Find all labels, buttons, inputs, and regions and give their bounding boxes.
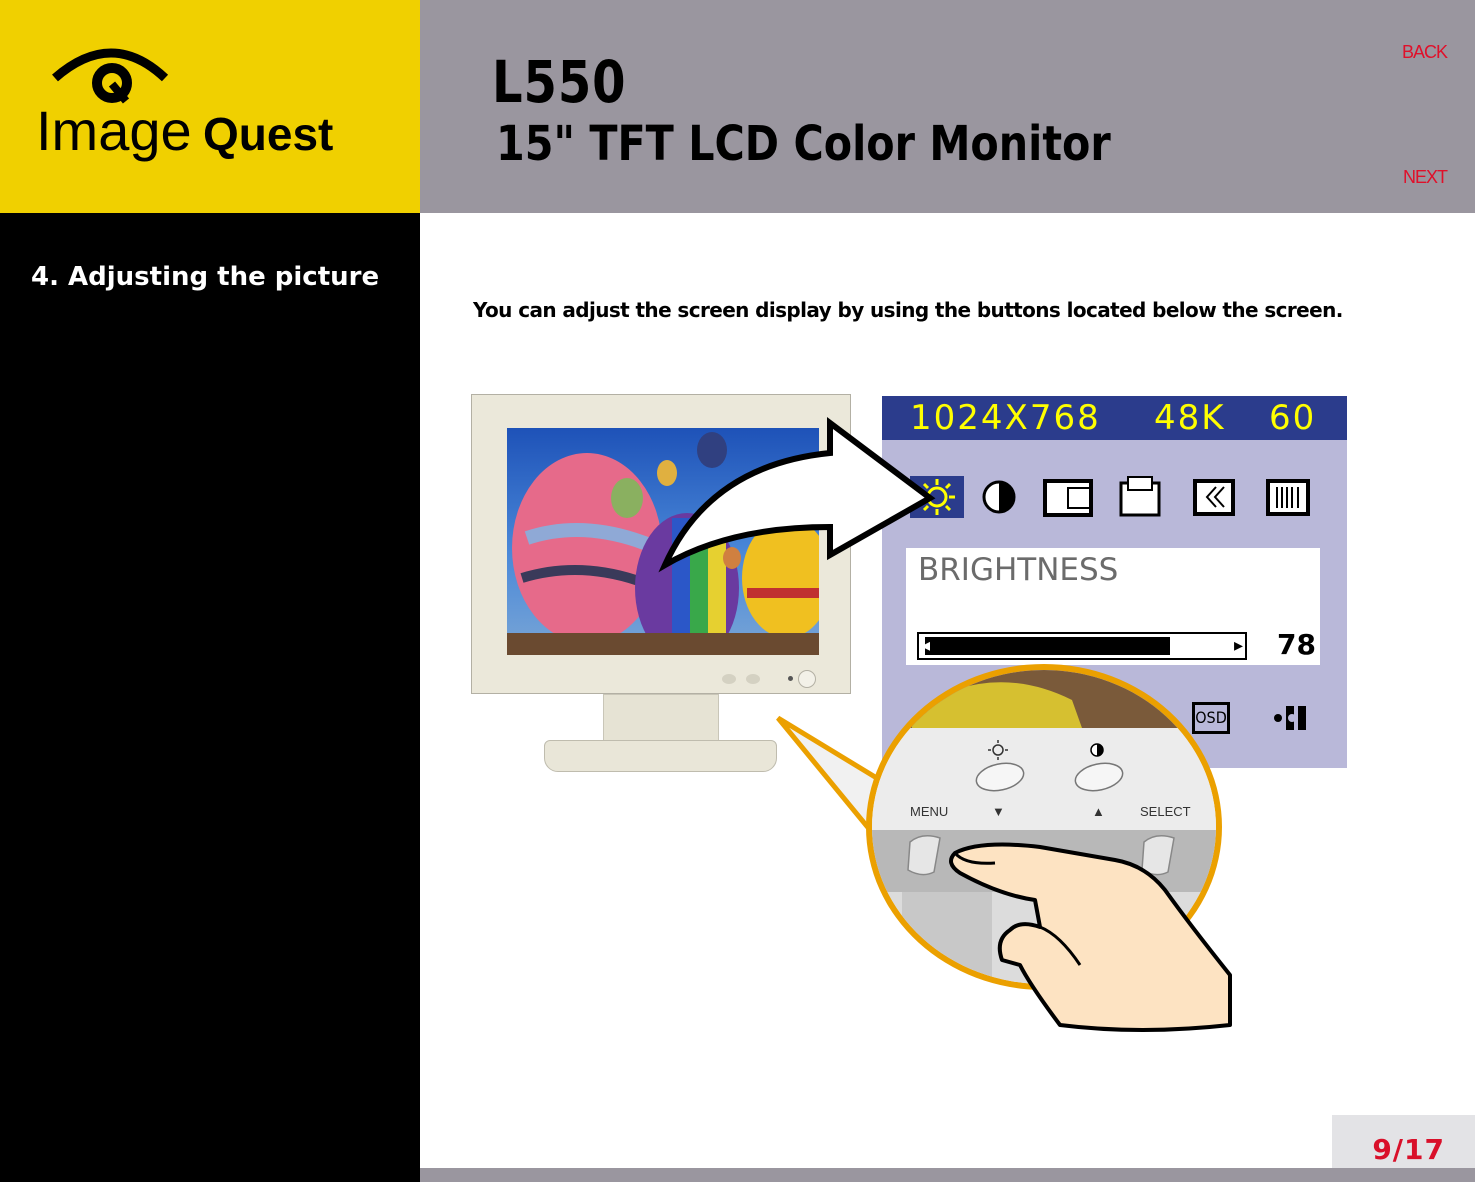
up-arrow-label: ▲ xyxy=(1092,804,1105,819)
next-link[interactable]: NEXT xyxy=(1403,167,1448,188)
setting-value: 78 xyxy=(1277,628,1316,661)
monitor-control-buttons xyxy=(722,670,822,690)
page-indicator: 9/17 xyxy=(1372,1133,1445,1166)
osd-icon[interactable]: OSD xyxy=(1192,702,1230,734)
reset-icon[interactable] xyxy=(1272,702,1316,734)
contrast-button-icon xyxy=(1090,743,1104,757)
arrow-right-icon: ▸ xyxy=(1233,635,1243,656)
select-label: SELECT xyxy=(1140,804,1191,819)
v-position-icon[interactable] xyxy=(1118,476,1172,518)
menu-button[interactable] xyxy=(907,835,941,876)
osd-icon-row xyxy=(882,476,1347,518)
product-description: 15" TFT LCD Color Monitor xyxy=(496,116,1111,172)
clock-icon[interactable] xyxy=(1265,476,1319,518)
osd-h-frequency: 48K xyxy=(1154,398,1226,438)
pointing-hand-icon xyxy=(949,842,1232,1032)
power-button xyxy=(798,670,816,688)
osd-title-bar: 1024X768 48K 60 xyxy=(882,396,1347,440)
osd-icon-label: OSD xyxy=(1195,708,1227,727)
arrow-left-icon: ◂ xyxy=(921,635,931,656)
eye-q-logo-icon xyxy=(52,48,169,104)
section-title: 4. Adjusting the picture xyxy=(31,262,380,292)
osd-setting-panel: BRIGHTNESS ◂ ▸ 78 xyxy=(906,548,1320,665)
brightness-slider[interactable]: ◂ ▸ xyxy=(917,632,1247,660)
phase-icon[interactable] xyxy=(1192,476,1246,518)
logo-text-quest: Quest xyxy=(203,108,333,160)
imagequest-logo: Image Quest xyxy=(36,48,333,162)
osd-v-frequency: 60 xyxy=(1269,398,1317,438)
curved-arrow-icon xyxy=(658,417,936,573)
back-link[interactable]: BACK xyxy=(1402,42,1448,63)
model-title: L550 xyxy=(492,48,627,116)
logo-panel: Image Quest xyxy=(0,0,420,213)
monitor-stand-base xyxy=(544,740,777,772)
slider-fill xyxy=(925,637,1170,655)
sidebar xyxy=(0,213,420,1182)
intro-text: You can adjust the screen display by usi… xyxy=(473,298,1343,322)
logo-text-image: Image xyxy=(36,99,192,162)
page-indicator-box: 9/17 xyxy=(1332,1115,1475,1168)
setting-label: BRIGHTNESS xyxy=(918,552,1119,588)
h-position-icon[interactable] xyxy=(1042,476,1096,518)
contrast-icon[interactable] xyxy=(972,476,1026,518)
footer-bar xyxy=(420,1168,1475,1182)
menu-label: MENU xyxy=(910,804,948,819)
down-arrow-label: ▼ xyxy=(992,804,1005,819)
